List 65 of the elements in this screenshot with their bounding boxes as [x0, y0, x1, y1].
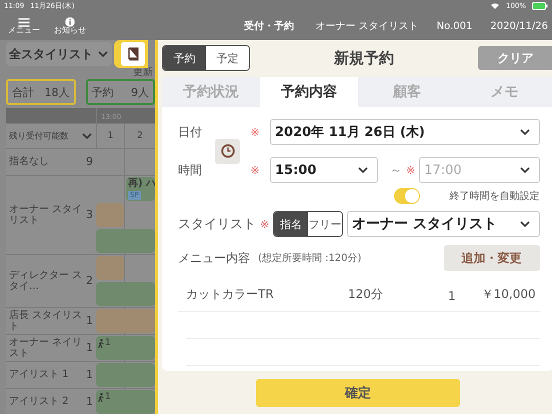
stylist-mode-tab[interactable]: フリー	[308, 212, 342, 236]
booking-block[interactable]: 1	[96, 336, 155, 360]
stylist-mode-tab[interactable]: 指名	[274, 212, 308, 236]
walking-person-icon	[98, 338, 104, 348]
chevron-down-icon	[97, 50, 109, 58]
info-icon	[65, 17, 75, 27]
tab[interactable]: 予約内容	[260, 77, 358, 107]
duration-note: (想定所要時間 :120分)	[258, 252, 362, 265]
booking-block[interactable]: 1	[96, 390, 155, 414]
book-icon	[126, 47, 140, 61]
chevron-down-icon	[518, 220, 531, 228]
time-separator: ～	[390, 162, 402, 178]
walking-person-icon	[98, 392, 104, 402]
chevron-down-icon	[518, 166, 531, 174]
clear-button[interactable]: クリア	[478, 46, 552, 70]
menu-item-duration: 120分	[348, 286, 384, 303]
end-time-dropdown[interactable]: 17:00	[419, 157, 540, 183]
required-mark: ※	[250, 164, 260, 176]
slot-number: 1	[96, 124, 124, 148]
mode-tab[interactable]: 予約	[163, 46, 206, 70]
remaining-toggle[interactable]: 残り受付可能数	[6, 124, 96, 148]
panel-title: 新規予約	[332, 48, 395, 68]
reservation-book-button[interactable]	[114, 40, 148, 68]
confirm-button[interactable]: 確定	[256, 378, 460, 406]
add-change-button[interactable]: 追加・変更	[444, 245, 540, 271]
menu-item-price: ￥10,000	[480, 286, 536, 303]
slot-number: 2	[124, 124, 155, 148]
menu-item-name: カットカラーTR	[185, 286, 275, 303]
auto-end-label: 終了時間を自動設定	[450, 190, 540, 203]
auto-end-toggle[interactable]	[394, 188, 420, 204]
header-date: 2020/11/26	[490, 20, 548, 32]
chevron-down-icon	[357, 166, 369, 174]
required-mark: ※	[250, 126, 260, 138]
required-mark: ※	[260, 218, 270, 230]
menu-label: メニュー内容	[178, 250, 250, 266]
chevron-down-icon	[81, 132, 93, 140]
stylist-dropdown[interactable]: 全スタイリスト	[6, 42, 112, 66]
stylist-row-label: アイリスト 1 1	[6, 362, 96, 388]
clock-button[interactable]	[215, 138, 240, 164]
staff-name: オーナー スタイリスト	[315, 20, 419, 33]
wifi-icon	[490, 2, 500, 10]
booking-block[interactable]	[96, 282, 155, 306]
required-mark: ※	[406, 164, 416, 176]
date-dropdown[interactable]: 2020年 11月 26日 (木)	[270, 119, 540, 145]
page-title: 受付・予約	[244, 20, 294, 33]
booking-block[interactable]	[96, 229, 155, 253]
stylist-dropdown[interactable]: オーナー スタイリスト	[347, 211, 540, 237]
time-label: 時間	[178, 162, 203, 178]
total-box: 合計 18人	[6, 79, 76, 105]
menu-icon	[18, 18, 30, 26]
total-box: 予約 9人	[86, 79, 155, 105]
booking-block[interactable]	[96, 256, 124, 280]
start-time-dropdown[interactable]: 15:00	[270, 157, 378, 183]
stylist-row-label: アイリスト 2 1	[6, 389, 96, 414]
menu-item-quantity: 1	[447, 289, 456, 303]
clock-icon	[220, 144, 234, 158]
stylist-label: スタイリスト	[178, 216, 256, 233]
booking-block[interactable]	[96, 203, 124, 227]
staff-number: No.001	[436, 20, 472, 32]
chevron-down-icon	[518, 128, 531, 136]
menu-button[interactable]: メニュー	[8, 18, 40, 34]
notice-button[interactable]: お知らせ	[54, 17, 86, 35]
battery-icon	[532, 2, 548, 10]
stylist-row-label: 指名なし 9	[6, 149, 96, 175]
date-label: 日付	[178, 124, 203, 140]
